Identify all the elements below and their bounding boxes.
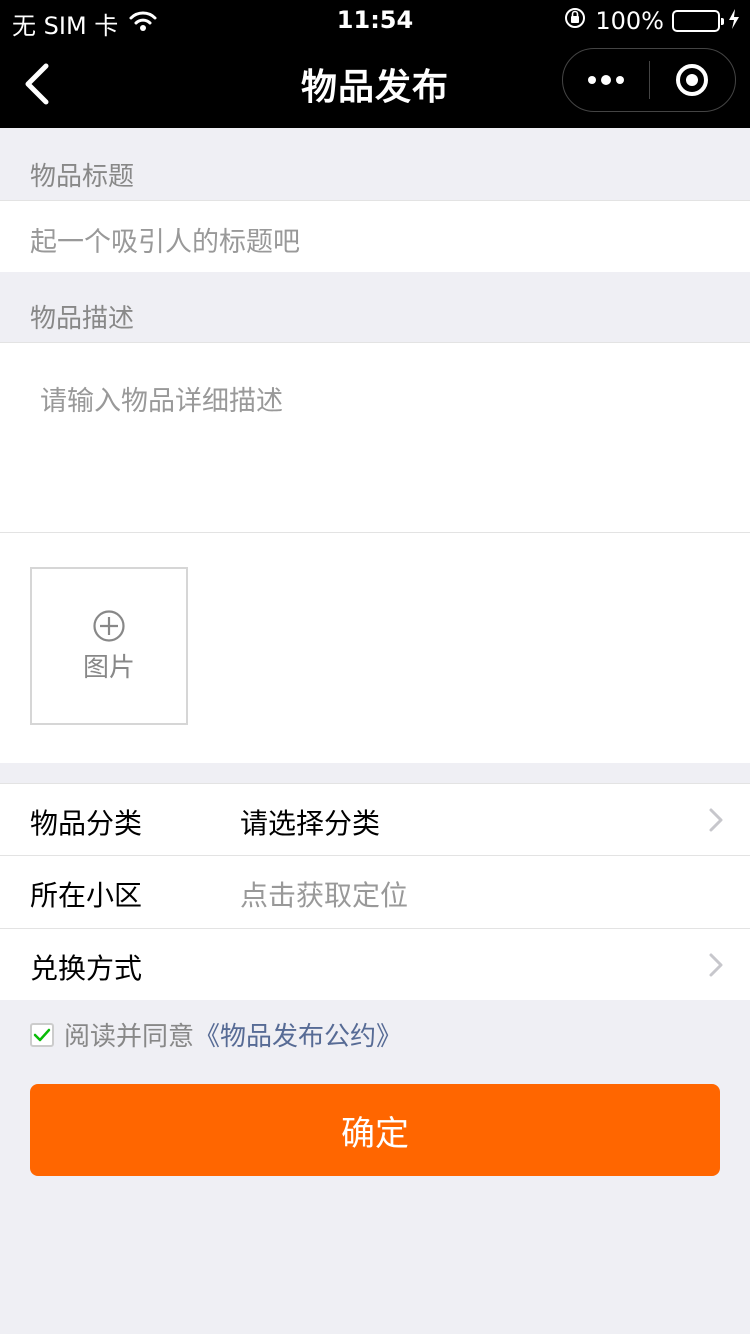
checkmark-icon <box>33 1028 51 1041</box>
community-row[interactable]: 所在小区 点击获取定位 <box>0 856 750 928</box>
rotation-lock-icon <box>563 6 587 36</box>
charging-icon <box>728 7 740 35</box>
confirm-button[interactable]: 确定 <box>30 1084 720 1176</box>
desc-textarea[interactable]: 请输入物品详细描述 <box>0 343 750 532</box>
desc-placeholder: 请输入物品详细描述 <box>40 386 283 417</box>
battery-percent: 100% <box>595 7 664 35</box>
more-button[interactable] <box>563 49 649 111</box>
category-value: 请选择分类 <box>240 807 381 840</box>
battery-icon <box>672 10 724 32</box>
title-section-label: 物品标题 <box>30 162 135 192</box>
exchange-row[interactable]: 兑换方式 <box>0 929 750 1001</box>
close-miniprogram-button[interactable] <box>650 49 736 111</box>
image-upload-button[interactable]: 图片 <box>30 567 188 725</box>
more-dots-icon <box>587 75 624 85</box>
title-placeholder: 起一个吸引人的标题吧 <box>30 227 300 258</box>
chevron-right-icon <box>709 953 723 977</box>
top-bar: 无 SIM 卡 11:54 100% 物品发布 <box>0 0 750 128</box>
status-bar: 无 SIM 卡 11:54 100% <box>0 0 750 40</box>
desc-section-label: 物品描述 <box>30 304 135 334</box>
exchange-label: 兑换方式 <box>30 952 143 985</box>
divider <box>0 532 750 533</box>
agreement: 阅读并同意 《物品发布公约》 <box>30 1016 402 1053</box>
agree-text: 阅读并同意 <box>64 1022 195 1052</box>
agreement-link[interactable]: 《物品发布公约》 <box>194 1016 402 1053</box>
community-label: 所在小区 <box>30 879 143 912</box>
agree-checkbox[interactable] <box>30 1022 54 1047</box>
title-input[interactable]: 起一个吸引人的标题吧 <box>0 200 750 272</box>
capsule-menu <box>562 48 736 112</box>
category-label: 物品分类 <box>30 807 143 840</box>
chevron-right-icon <box>709 808 723 832</box>
plus-circle-icon <box>93 609 125 642</box>
upload-label: 图片 <box>82 652 135 683</box>
nav-bar: 物品发布 <box>0 40 750 128</box>
category-row[interactable]: 物品分类 请选择分类 <box>0 784 750 856</box>
divider <box>0 200 750 201</box>
location-value[interactable]: 点击获取定位 <box>240 874 408 914</box>
target-circle-icon <box>676 64 709 96</box>
